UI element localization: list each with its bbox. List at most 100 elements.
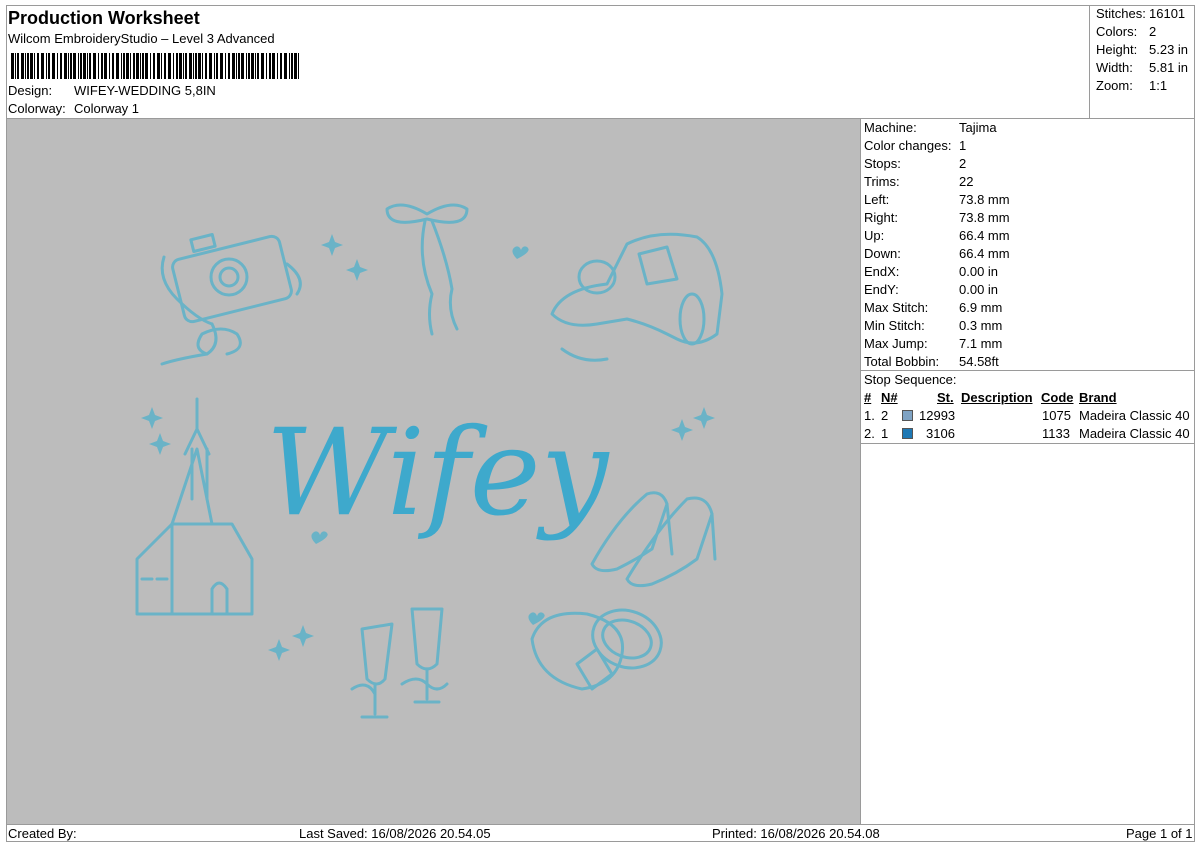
barcode-bar (183, 53, 184, 79)
barcode-bar (93, 53, 96, 79)
printed-date: Printed: 16/08/2026 20.54.08 (712, 826, 880, 841)
barcode-bar (216, 53, 218, 79)
barcode-bar (198, 53, 201, 79)
barcode-bar (70, 53, 72, 79)
prop-row: Color changes: 1 (864, 138, 967, 153)
barcode-bar (164, 53, 166, 79)
barcode-bar (232, 53, 235, 79)
barcode-bar (157, 53, 160, 79)
barcode-bar (48, 53, 50, 79)
church-icon (135, 397, 254, 616)
prop-row: Max Jump: 7.1 mm (864, 336, 1003, 351)
barcode-bar (21, 53, 24, 79)
stats-panel: Stitches: 16101 Colors: 2 Height: 5.23 in W… (1089, 5, 1196, 118)
barcode-bar (98, 53, 99, 79)
barcode-bar (246, 53, 247, 79)
design-row: Design: WIFEY-WEDDING 5,8IN (8, 83, 216, 98)
stop-sequence-title: Stop Sequence: (864, 372, 957, 387)
barcode-bar (126, 53, 129, 79)
footer: Created By: Last Saved: 16/08/2026 20.54… (6, 825, 1195, 842)
barcode-bar (289, 53, 290, 79)
barcode-bar (228, 53, 230, 79)
color-swatch (902, 428, 913, 439)
design-preview[interactable]: Wifey (7, 119, 860, 824)
stat-zoom: Zoom: 1:1 (1096, 78, 1168, 93)
col-n: N# (881, 390, 898, 405)
barcode-bar (11, 53, 14, 79)
prop-row: Left: 73.8 mm (864, 192, 1010, 207)
barcode-bar (209, 53, 212, 79)
colorway-label: Colorway: (8, 101, 66, 116)
stat-colors: Colors: 2 (1096, 24, 1157, 39)
barcode-bar (193, 53, 194, 79)
barcode-bar (15, 53, 16, 79)
prop-row: Trims: 22 (864, 174, 974, 189)
barcode-bar (136, 53, 139, 79)
barcode-bar (140, 53, 141, 79)
barcode-bar (280, 53, 282, 79)
barcode-bar (52, 53, 55, 79)
barcode-bar (57, 53, 58, 79)
barcode-bar (73, 53, 76, 79)
color-swatch (902, 410, 913, 421)
page-number: Page 1 of 1 (1126, 826, 1193, 841)
barcode-bar (161, 53, 162, 79)
app-subtitle: Wilcom EmbroideryStudio – Level 3 Advanc… (8, 31, 275, 46)
barcode-bar (121, 53, 122, 79)
machine-properties: Machine: Tajima Color changes: 1 Stops: 2 T… (861, 119, 1195, 371)
barcode-bar (89, 53, 91, 79)
barcode-bar (257, 53, 259, 79)
barcode-bar (236, 53, 237, 79)
barcode-bar (60, 53, 62, 79)
prop-row: Machine: Tajima (864, 120, 997, 135)
table-row[interactable]: 2. 1 3106 1133 Madeira Classic 40 (861, 425, 1195, 443)
barcode-bar (123, 53, 125, 79)
barcode-bar (294, 53, 297, 79)
barcode-bar (27, 53, 29, 79)
heart-icon (512, 246, 529, 259)
barcode-bar (87, 53, 88, 79)
last-saved: Last Saved: 16/08/2026 20.54.05 (299, 826, 491, 841)
wifey-text: Wifey (266, 404, 611, 543)
colorway-row: Colorway: Colorway 1 (8, 101, 139, 116)
barcode-bar (101, 53, 103, 79)
barcode-bar (284, 53, 287, 79)
stop-table-header: # N# St. Description Code Brand (861, 389, 1195, 407)
barcode-bar (225, 53, 226, 79)
col-num: # (864, 390, 872, 405)
table-row[interactable]: 1. 2 12993 1075 Madeira Classic 40 (861, 407, 1195, 425)
barcode-bar (238, 53, 240, 79)
barcode-bar (220, 53, 223, 79)
barcode-bar (176, 53, 178, 79)
barcode-bar (104, 53, 107, 79)
colorway-value: Colorway 1 (74, 101, 140, 116)
champagne-glasses-icon (350, 607, 449, 719)
stops-divider (861, 443, 1195, 444)
embroidery-design: Wifey (135, 203, 724, 719)
created-by: Created By: (8, 826, 77, 841)
shoes-icon (590, 491, 717, 588)
col-code: Code (1041, 390, 1074, 405)
prop-row: EndY: 0.00 in (864, 282, 999, 297)
barcode-bar (153, 53, 155, 79)
barcode-bar (214, 53, 215, 79)
barcode-bar (248, 53, 250, 79)
barcode-bar (83, 53, 86, 79)
prop-row: Up: 66.4 mm (864, 228, 1010, 243)
barcode-bar (241, 53, 244, 79)
barcode-bar (30, 53, 33, 79)
barcode-bar (25, 53, 26, 79)
barcode (11, 53, 299, 79)
barcode-bar (255, 53, 256, 79)
barcode-bar (202, 53, 203, 79)
barcode-bar (68, 53, 69, 79)
barcode-bar (168, 53, 171, 79)
barcode-bar (261, 53, 264, 79)
barcode-bar (145, 53, 148, 79)
barcode-bar (80, 53, 82, 79)
barcode-bar (109, 53, 110, 79)
design-value: WIFEY-WEDDING 5,8IN (74, 83, 216, 98)
barcode-bar (17, 53, 19, 79)
stat-stitches: Stitches: 16101 (1096, 6, 1186, 21)
design-label: Design: (8, 83, 53, 98)
